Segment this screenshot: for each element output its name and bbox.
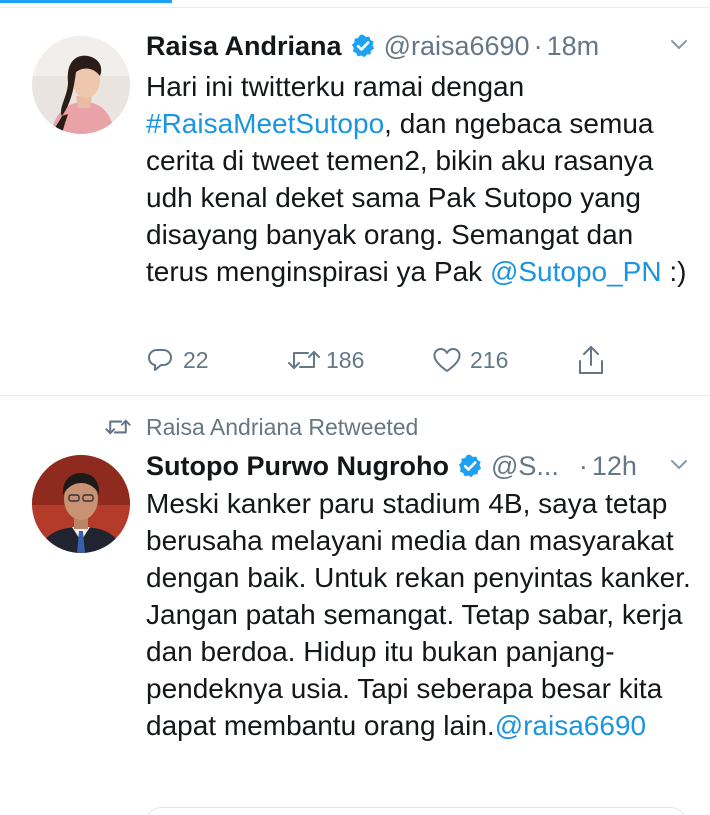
timestamp[interactable]: 12h (592, 451, 637, 482)
top-divider (0, 0, 710, 8)
like-count: 216 (470, 346, 509, 373)
separator-dot: · (533, 30, 543, 61)
tweet-actions: 22 186 216 (146, 340, 666, 380)
handle[interactable]: @S... (491, 451, 559, 482)
handle[interactable]: @raisa6690 (384, 31, 530, 62)
mention-link[interactable]: @Sutopo_PN (490, 256, 662, 287)
woman-portrait-avatar (32, 36, 130, 134)
separator-dot: · (578, 450, 588, 481)
tweet-text-segment: Hari ini twitterku ramai dengan (146, 71, 525, 102)
share-icon (579, 346, 603, 374)
reply-count: 22 (183, 346, 209, 373)
reply-button[interactable]: 22 (146, 340, 209, 380)
retweet-context: Raisa Andriana Retweeted (104, 412, 418, 442)
like-button[interactable]: 216 (432, 340, 508, 380)
chevron-down-icon[interactable] (668, 453, 690, 475)
tweet-header: Sutopo Purwo Nugroho @S... · 12h (146, 449, 690, 483)
tweet[interactable]: Raisa Andriana Retweeted Sutopo Purwo Nu… (0, 397, 710, 815)
heart-icon (433, 348, 461, 372)
tweet-text-segment: :) (661, 256, 687, 287)
avatar[interactable] (32, 455, 130, 553)
tweet-header: Raisa Andriana @raisa6690 · 18m (146, 29, 690, 63)
hashtag-link[interactable]: #RaisaMeetSutopo (146, 108, 384, 139)
embedded-card[interactable] (146, 807, 686, 815)
chevron-down-icon[interactable] (668, 33, 690, 55)
tweet-text: Meski kanker paru stadium 4B, saya tetap… (146, 485, 696, 744)
tweet-text: Hari ini twitterku ramai dengan #RaisaMe… (146, 68, 696, 290)
retweet-count: 186 (326, 346, 365, 373)
mention-link[interactable]: @raisa6690 (495, 710, 646, 741)
retweet-icon (105, 419, 131, 435)
avatar[interactable] (32, 36, 130, 134)
timestamp[interactable]: 18m (547, 31, 600, 62)
man-portrait-avatar (32, 455, 130, 553)
display-name[interactable]: Raisa Andriana (146, 31, 342, 62)
retweet-icon (288, 351, 320, 369)
tweet-text-segment: Meski kanker paru stadium 4B, saya tetap… (146, 488, 691, 741)
verified-badge-icon (458, 454, 482, 478)
tweet[interactable]: Raisa Andriana @raisa6690 · 18m Hari ini… (0, 8, 710, 396)
share-button[interactable] (576, 340, 606, 380)
display-name[interactable]: Sutopo Purwo Nugroho (146, 451, 449, 482)
retweet-button[interactable]: 186 (286, 340, 364, 380)
verified-badge-icon (351, 34, 374, 58)
retweet-context-text[interactable]: Raisa Andriana Retweeted (146, 414, 418, 441)
active-tab-indicator (0, 0, 172, 3)
reply-icon (148, 349, 172, 371)
